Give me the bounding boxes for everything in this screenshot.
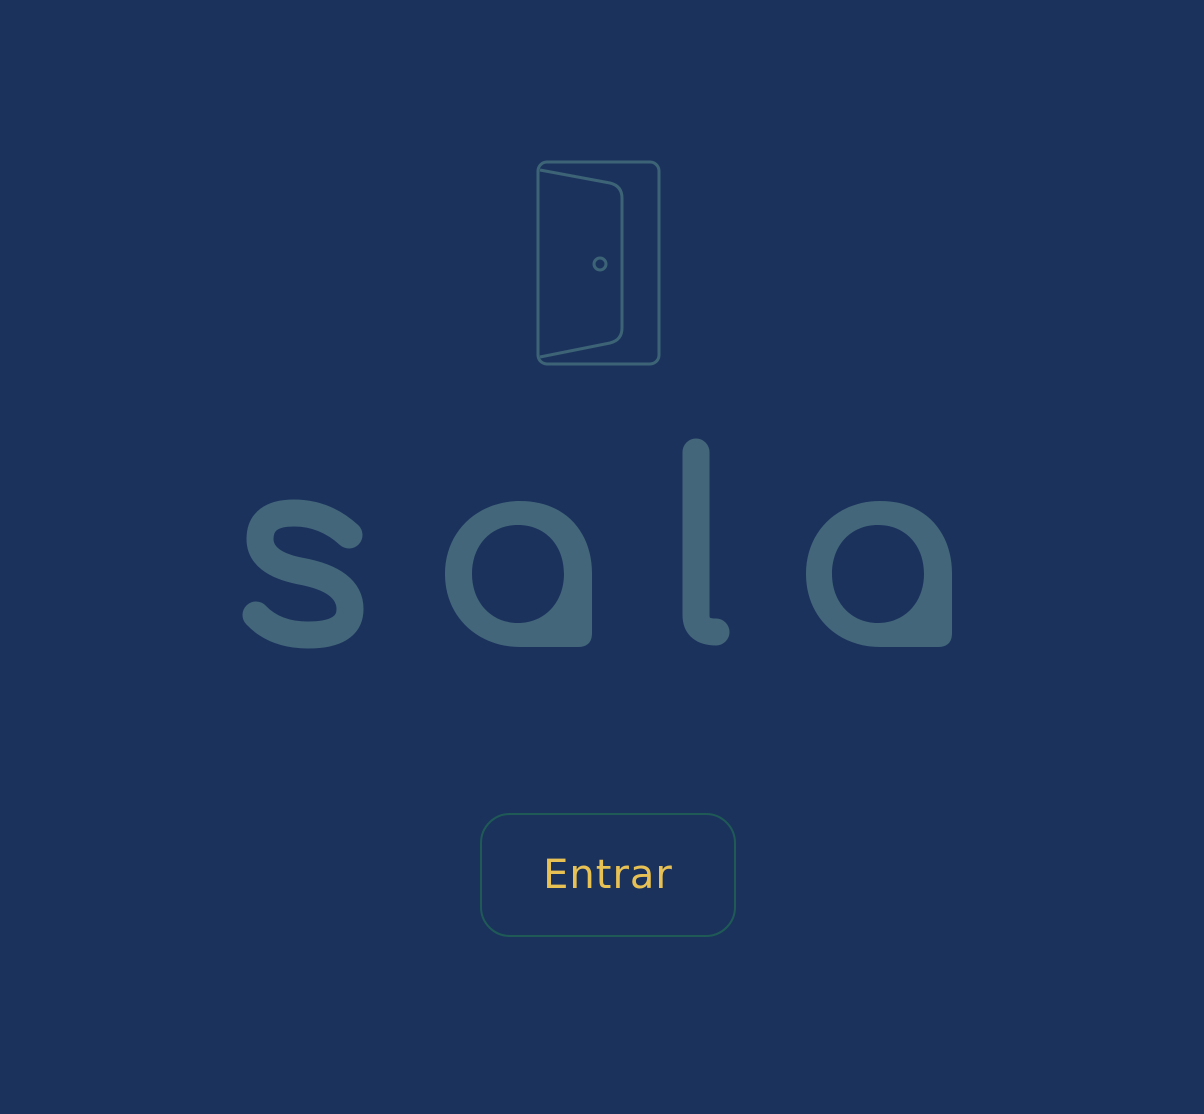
welcome-screen: Entrar (0, 0, 1204, 1114)
enter-button[interactable]: Entrar (480, 813, 736, 937)
sala-logo (230, 425, 970, 665)
door-icon (520, 150, 680, 380)
